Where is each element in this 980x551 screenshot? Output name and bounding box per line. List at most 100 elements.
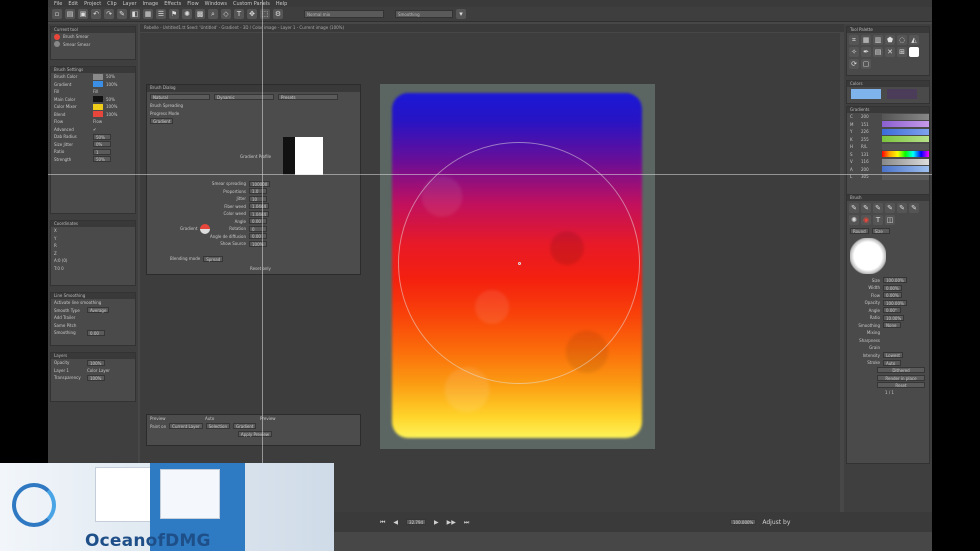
smoothing-row[interactable]: Smoothing 0.00	[51, 329, 135, 337]
color-swatch[interactable]	[93, 96, 103, 103]
setting-row[interactable]: Size Jitter 0%	[51, 141, 135, 149]
brush-param-row[interactable]: Opacity 100.00%	[847, 299, 929, 307]
pen-icon[interactable]: ✒	[861, 47, 871, 57]
play-icon[interactable]: ▶	[434, 519, 439, 527]
step-forward-icon[interactable]: ▶▶	[447, 519, 456, 527]
fill-icon[interactable]: ◭	[909, 35, 919, 45]
table-icon[interactable]: ▦	[861, 35, 871, 45]
setting-row[interactable]: Blend 100%	[51, 111, 135, 119]
menu-layer[interactable]: Layer	[123, 1, 137, 7]
gradient-swatch[interactable]	[882, 143, 929, 150]
reset-icon[interactable]: ⟳	[849, 59, 859, 69]
dialog-row[interactable]: Jitter 10	[187, 195, 357, 203]
layer-row[interactable]: Opacity 100%	[51, 359, 135, 367]
frame-field[interactable]: 32.794	[406, 519, 427, 525]
setting-row[interactable]: Flow Flow	[51, 118, 135, 126]
stamp-icon[interactable]: ⬟	[885, 35, 895, 45]
setting-row[interactable]: Gradient 100%	[51, 81, 135, 89]
gradient-color-row[interactable]: Gradient	[177, 223, 211, 234]
image-icon[interactable]: ▦	[143, 9, 153, 19]
tool-item[interactable]: Brush Smear	[51, 33, 135, 41]
menu-help[interactable]: Help	[276, 1, 287, 7]
gradient-row[interactable]: C 200	[847, 113, 929, 121]
color-wheel-icon[interactable]	[200, 223, 211, 234]
gradient-row[interactable]: H R/L	[847, 143, 929, 151]
menu-effects[interactable]: Effects	[164, 1, 181, 7]
menu-flow[interactable]: Flow	[187, 1, 198, 7]
rewind-icon[interactable]: ⏮	[380, 519, 385, 527]
brush-param-row[interactable]: Angle 0.00°	[847, 307, 929, 315]
gradient-row[interactable]: K 255	[847, 136, 929, 144]
brush-tip-icon[interactable]: ✎	[861, 203, 871, 213]
vertical-guide[interactable]	[262, 0, 263, 463]
dialog-row[interactable]: Show Source 100%	[187, 240, 357, 248]
spray-icon[interactable]: ✺	[849, 215, 859, 225]
document-tab[interactable]: Rebelle - Untitled1.tt Seed: 'Untitled' …	[140, 24, 850, 32]
section-header[interactable]: Brush Spreading	[147, 102, 360, 110]
brush-param-row[interactable]: Stroke Auto	[847, 359, 929, 367]
settings-icon[interactable]: ⚙	[273, 9, 283, 19]
frame-icon[interactable]: ▢	[861, 59, 871, 69]
horizontal-guide[interactable]	[48, 174, 932, 175]
secondary-color-swatch[interactable]	[887, 89, 917, 99]
chevron-down-icon[interactable]: ▾	[456, 9, 466, 19]
crop-icon[interactable]: ⌗	[849, 35, 859, 45]
shape-icon[interactable]: ◇	[221, 9, 231, 19]
menu-edit[interactable]: Edit	[68, 1, 78, 7]
gradient-swatch[interactable]	[882, 151, 929, 158]
ruler-icon[interactable]: ▥	[873, 35, 883, 45]
dialog-row[interactable]: Rotation 0	[187, 225, 357, 233]
transform-icon[interactable]: ✕	[885, 47, 895, 57]
brush-tip-icon[interactable]: ✎	[909, 203, 919, 213]
section-sub[interactable]: Progress Mode	[147, 110, 360, 118]
grid-icon[interactable]: ⊞	[897, 47, 907, 57]
menu-file[interactable]: File	[54, 1, 62, 7]
tab-dynamic[interactable]: Dynamic	[214, 94, 274, 100]
brush-param-row[interactable]: Smoothing None	[847, 322, 929, 330]
color-swatch[interactable]	[93, 103, 103, 110]
setting-row[interactable]: Fill Fill	[51, 88, 135, 96]
layers-icon[interactable]: ☰	[156, 9, 166, 19]
save-icon[interactable]: ▣	[78, 9, 88, 19]
dialog-row[interactable]: Angle de diffusion 0.00	[187, 233, 357, 241]
lasso-icon[interactable]: ◌	[897, 35, 907, 45]
color-swatch[interactable]	[93, 81, 103, 88]
gradient-swatch[interactable]	[882, 128, 929, 135]
brush-param-row[interactable]: Intensity Lowest	[847, 352, 929, 360]
setting-row[interactable]: Main Color 50%	[51, 96, 135, 104]
shape-tool-icon[interactable]: ◫	[885, 215, 895, 225]
white-swatch[interactable]	[909, 47, 919, 57]
lock-icon[interactable]: ▤	[873, 47, 883, 57]
undo-icon[interactable]: ↶	[91, 9, 101, 19]
render-in-place-button[interactable]: Render in place	[847, 374, 929, 382]
brush-param-row[interactable]: Width 0.00%	[847, 284, 929, 292]
gradient-swatch[interactable]	[882, 121, 929, 128]
smoothing-row[interactable]: Add Trailer	[51, 314, 135, 322]
menu-custom-panels[interactable]: Custom Panels	[233, 1, 270, 7]
gradient-swatch[interactable]	[882, 166, 929, 173]
dialog-row[interactable]: Angle 0.00	[187, 218, 357, 226]
menu-clip[interactable]: Clip	[107, 1, 116, 7]
menu-windows[interactable]: Windows	[205, 1, 227, 7]
wand-icon[interactable]: ✧	[849, 47, 859, 57]
color-swatch[interactable]	[93, 111, 103, 118]
reset-button[interactable]: Reset only	[247, 265, 271, 273]
tab-presets[interactable]: Presets	[278, 94, 338, 100]
brush-name-row[interactable]: Round Size	[847, 227, 929, 235]
text-icon[interactable]: T	[234, 9, 244, 19]
blend-row[interactable]: Blending mode Spread	[167, 255, 224, 263]
red-target-icon[interactable]: ◉	[861, 215, 871, 225]
setting-row[interactable]: Advanced ✔	[51, 126, 135, 134]
preset-select[interactable]: Smoothing	[395, 10, 453, 18]
brush-param-row[interactable]: Mixing	[847, 329, 929, 337]
menu-project[interactable]: Project	[84, 1, 101, 7]
brush-param-row[interactable]: Flow 0.00%	[847, 292, 929, 300]
gradient-row[interactable]: S 131	[847, 151, 929, 159]
primary-color-swatch[interactable]	[851, 89, 881, 99]
setting-row[interactable]: Color Mixer 100%	[51, 103, 135, 111]
brush-param-row[interactable]: Ratio 10.00%	[847, 314, 929, 322]
gradient-row[interactable]: V 116	[847, 158, 929, 166]
dithered-button[interactable]: Dithered	[847, 367, 929, 375]
apply-preview-button[interactable]: Apply Preview	[147, 430, 360, 438]
gradient-swatch[interactable]	[882, 136, 929, 143]
